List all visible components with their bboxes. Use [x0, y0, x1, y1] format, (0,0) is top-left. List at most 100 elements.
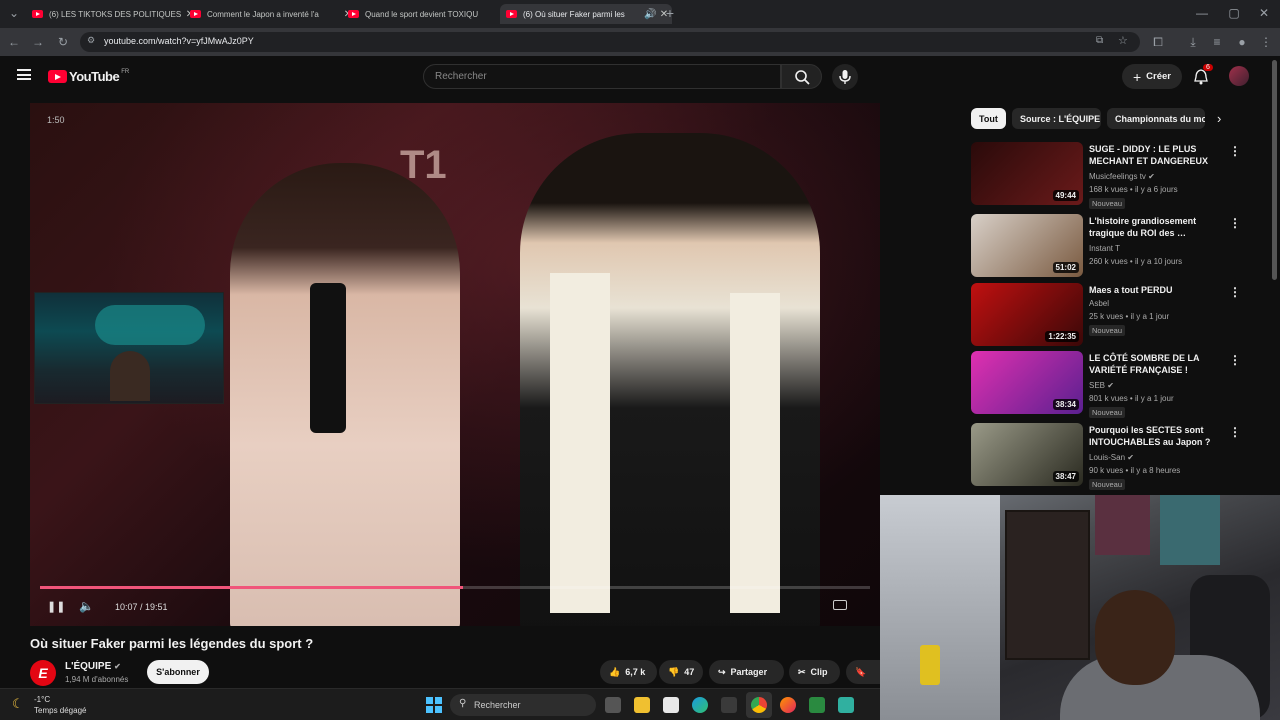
notifications-button[interactable]: 6: [1193, 64, 1213, 90]
extensions-icon[interactable]: ⧠: [1150, 34, 1166, 50]
volume-icon[interactable]: 🔈: [79, 599, 94, 613]
hamburger-menu-icon[interactable]: [17, 69, 31, 80]
video-thumbnail[interactable]: 38:47: [971, 423, 1083, 486]
install-app-icon[interactable]: ⧉: [1096, 35, 1103, 46]
subscriber-count: 1,94 M d'abonnés: [65, 675, 129, 684]
scrollbar[interactable]: [1272, 60, 1277, 280]
profile-icon[interactable]: ●: [1234, 34, 1250, 50]
minimize-icon[interactable]: —: [1194, 5, 1210, 21]
duration-badge: 51:02: [1052, 262, 1079, 273]
chip-championships[interactable]: Championnats du mo: [1107, 108, 1205, 129]
chip-all[interactable]: Tout: [971, 108, 1006, 129]
verified-icon: ✔: [1127, 453, 1134, 462]
recommendation-title[interactable]: LE CÔTÉ SOMBRE DE LA VARIÉTÉ FRANÇAISE !: [1089, 352, 1229, 376]
windows-start-icon[interactable]: [426, 697, 442, 713]
taskbar-search[interactable]: ⚲ Rechercher: [450, 694, 596, 716]
search-icon: [795, 70, 810, 85]
subtitles-icon[interactable]: [833, 600, 847, 610]
search-icon: ⚲: [459, 698, 467, 709]
tab-search-icon[interactable]: ⌄: [6, 5, 22, 21]
recommendation-channel[interactable]: Asbel: [1089, 299, 1109, 308]
omnibox[interactable]: ⚙ youtube.com/watch?v=yfJMwAJz0PY ⧉ ☆: [80, 32, 1140, 52]
recommendation-channel[interactable]: Instant T: [1089, 244, 1120, 253]
recommendation-title[interactable]: Maes a tout PERDU: [1089, 284, 1229, 296]
channel-name[interactable]: L'ÉQUIPE ✔: [65, 661, 121, 672]
forward-icon[interactable]: →: [30, 34, 46, 50]
share-button[interactable]: ↪ Partager: [709, 660, 784, 684]
avatar[interactable]: [1229, 66, 1249, 86]
firefox-icon[interactable]: [780, 697, 796, 713]
menu-dots-icon[interactable]: ⋮: [1258, 34, 1274, 50]
browser-tab-active[interactable]: (6) Où situer Faker parmi les 🔊 ✕: [500, 4, 672, 24]
list-item[interactable]: 38:47 Pourquoi les SECTES sont INTOUCHAB…: [971, 423, 1261, 490]
app-icon[interactable]: [838, 697, 854, 713]
more-options-icon[interactable]: ⋮: [1229, 353, 1241, 367]
weather-condition[interactable]: Temps dégagé: [34, 706, 86, 715]
site-info-icon[interactable]: ⚙: [87, 35, 95, 46]
video-thumbnail[interactable]: 1:22:35: [971, 283, 1083, 346]
store-icon[interactable]: [721, 697, 737, 713]
list-item[interactable]: 1:22:35 Maes a tout PERDU Asbel 25 k vue…: [971, 283, 1261, 347]
new-tab-icon[interactable]: +: [662, 5, 678, 21]
clip-button[interactable]: ✂ Clip: [789, 660, 840, 684]
facecam-overlay: [34, 292, 224, 404]
maximize-icon[interactable]: ▢: [1226, 5, 1242, 21]
progress-bar[interactable]: [40, 586, 870, 589]
downloads-icon[interactable]: ⤓: [1185, 34, 1201, 50]
more-options-icon[interactable]: ⋮: [1229, 216, 1241, 230]
webcam-person: [110, 351, 150, 401]
speaker-icon: 🔊: [644, 8, 657, 20]
recommendation-title[interactable]: L'histoire grandiosement tragique du ROI…: [1089, 215, 1229, 239]
recommendation-title[interactable]: Pourquoi les SECTES sont INTOUCHABLES au…: [1089, 424, 1229, 448]
duration-badge: 38:47: [1052, 471, 1079, 482]
recommendation-channel[interactable]: Musicfeelings tv ✔: [1089, 172, 1155, 181]
task-view-icon[interactable]: [605, 697, 621, 713]
chevron-right-icon[interactable]: ›: [1217, 111, 1221, 126]
video-thumbnail[interactable]: 51:02: [971, 214, 1083, 277]
browser-tab[interactable]: Quand le sport devient TOXIQU✕: [342, 4, 514, 24]
webcam-person-face: [1095, 590, 1175, 685]
more-options-icon[interactable]: ⋮: [1229, 144, 1241, 158]
channel-avatar[interactable]: E: [30, 660, 56, 686]
video-thumbnail[interactable]: 49:44: [971, 142, 1083, 205]
chrome-icon[interactable]: [751, 697, 767, 713]
moon-weather-icon[interactable]: ☾: [12, 696, 24, 712]
microphone-figure: [310, 283, 346, 433]
subscribe-button[interactable]: S'abonner: [147, 660, 209, 684]
recommendation-channel[interactable]: SEB ✔: [1089, 381, 1114, 390]
edge-browser-icon[interactable]: [692, 697, 708, 713]
search-input[interactable]: Rechercher: [423, 64, 781, 89]
weather-temperature[interactable]: -1°C: [34, 695, 50, 704]
list-item[interactable]: 51:02 L'histoire grandiosement tragique …: [971, 214, 1261, 278]
create-button[interactable]: + Créer: [1122, 64, 1182, 89]
youtube-favicon-icon: [506, 10, 517, 18]
pause-icon[interactable]: ❚❚: [47, 600, 65, 613]
reload-icon[interactable]: ↻: [55, 34, 71, 50]
more-options-icon[interactable]: ⋮: [1229, 425, 1241, 439]
more-options-icon[interactable]: ⋮: [1229, 285, 1241, 299]
youtube-logo[interactable]: YouTube FR: [48, 69, 129, 84]
list-item[interactable]: 49:44 SUGE - DIDDY : LE PLUS MECHANT ET …: [971, 142, 1261, 209]
dislike-button[interactable]: 👎 47: [659, 660, 703, 684]
save-button[interactable]: 🔖: [846, 660, 880, 684]
close-window-icon[interactable]: ✕: [1256, 5, 1272, 21]
back-icon[interactable]: ←: [6, 34, 22, 50]
new-badge: Nouveau: [1089, 198, 1126, 209]
url-text[interactable]: youtube.com/watch?v=yfJMwAJz0PY: [104, 36, 254, 46]
media-controls-icon[interactable]: ≡: [1209, 34, 1225, 50]
like-button[interactable]: 👍 6,7 k: [600, 660, 657, 684]
search-button[interactable]: [781, 64, 822, 89]
voice-search-button[interactable]: [832, 64, 858, 90]
file-explorer-icon[interactable]: [634, 697, 650, 713]
chip-source[interactable]: Source : L'ÉQUIPE: [1012, 108, 1101, 129]
list-item[interactable]: 38:34 LE CÔTÉ SOMBRE DE LA VARIÉTÉ FRANÇ…: [971, 351, 1261, 418]
new-badge: Nouveau: [1089, 479, 1126, 490]
bookmark-star-icon[interactable]: ☆: [1118, 34, 1128, 47]
browser-tab[interactable]: Comment le Japon a inventé l'a✕: [184, 4, 356, 24]
browser-tab[interactable]: (6) LES TIKTOKS DES POLITIQUES✕: [26, 4, 198, 24]
app-icon[interactable]: [809, 697, 825, 713]
document-icon[interactable]: [663, 697, 679, 713]
recommendation-channel[interactable]: Louis-San ✔: [1089, 453, 1134, 462]
recommendation-title[interactable]: SUGE - DIDDY : LE PLUS MECHANT ET DANGER…: [1089, 143, 1229, 169]
video-thumbnail[interactable]: 38:34: [971, 351, 1083, 414]
